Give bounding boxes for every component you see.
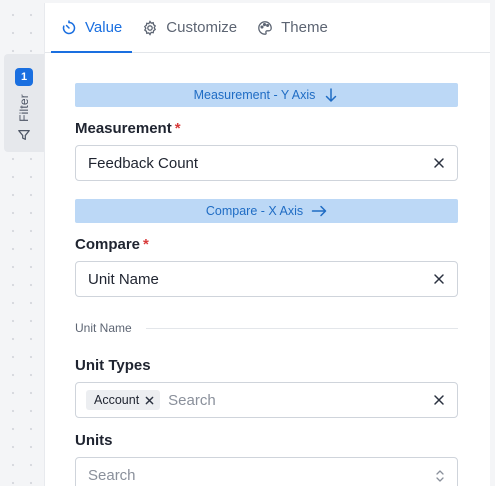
- config-tabs: Value Customize Theme: [45, 3, 490, 53]
- required-marker: *: [143, 236, 149, 253]
- measurement-section-banner: Measurement - Y Axis: [75, 83, 458, 107]
- compare-section-banner: Compare - X Axis: [75, 199, 458, 223]
- filter-side-tab[interactable]: 1 Filter: [4, 54, 44, 152]
- compare-select[interactable]: Unit Name: [75, 261, 458, 297]
- filter-funnel-icon: [18, 129, 30, 140]
- tab-theme[interactable]: Theme: [247, 3, 338, 52]
- required-marker: *: [174, 120, 181, 137]
- measurement-label-text: Measurement: [75, 120, 172, 137]
- unit-types-field-label: Unit Types: [75, 357, 151, 374]
- filter-count-badge: 1: [15, 68, 33, 86]
- arrow-right-icon: [311, 205, 327, 217]
- palette-icon: [258, 20, 272, 35]
- measurement-value: Feedback Count: [88, 154, 199, 172]
- chip-remove-icon[interactable]: [145, 396, 154, 405]
- timer-icon: [62, 19, 76, 34]
- measurement-select[interactable]: Feedback Count: [75, 145, 458, 181]
- value-tab-content: Measurement - Y Axis Measurement * Feedba…: [45, 53, 490, 486]
- divider-line: [145, 327, 458, 329]
- divider-label: Unit Name: [75, 321, 132, 335]
- compare-value: Unit Name: [88, 270, 159, 288]
- tab-customize[interactable]: Customize: [132, 3, 247, 52]
- arrow-down-icon: [326, 88, 337, 102]
- compare-label-text: Compare: [75, 236, 141, 253]
- unit-types-multiselect[interactable]: Account Search: [75, 382, 458, 418]
- chevron-up-down-icon: [436, 470, 444, 482]
- compare-banner-label: Compare - X Axis: [205, 204, 304, 218]
- tab-value-label: Value: [85, 19, 123, 36]
- clear-icon[interactable]: [433, 157, 445, 169]
- measurement-banner-label: Measurement - Y Axis: [193, 88, 316, 102]
- units-field-label: Units: [75, 432, 113, 449]
- clear-icon[interactable]: [433, 273, 445, 285]
- compare-field-label: Compare *: [75, 236, 458, 253]
- gear-icon: [144, 19, 157, 36]
- chip-label: Account: [94, 393, 140, 407]
- unit-types-search-placeholder[interactable]: Search: [168, 392, 216, 409]
- units-search-placeholder: Search: [88, 466, 136, 484]
- measurement-field-label: Measurement *: [75, 120, 458, 137]
- selected-chip-account[interactable]: Account: [86, 390, 161, 410]
- filter-tab-label: Filter: [17, 94, 31, 122]
- chart-config-panel: Value Customize Theme Measurement - Y Ax…: [44, 3, 490, 486]
- unit-name-divider: Unit Name: [75, 321, 458, 335]
- clear-icon[interactable]: [433, 394, 445, 406]
- tab-value[interactable]: Value: [51, 3, 133, 53]
- units-select[interactable]: Search: [75, 457, 458, 486]
- tab-theme-label: Theme: [281, 19, 328, 36]
- tab-customize-label: Customize: [166, 19, 238, 36]
